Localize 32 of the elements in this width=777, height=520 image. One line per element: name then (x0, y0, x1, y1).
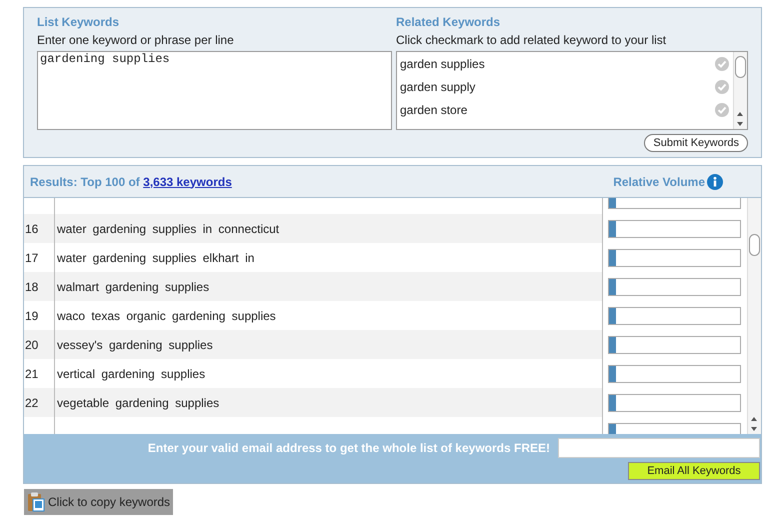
checkmark-icon[interactable] (715, 102, 729, 116)
scrollbar-thumb[interactable] (735, 56, 746, 78)
keyword-text: waco texas organic gardening supplies (56, 308, 277, 324)
checkmark-icon[interactable] (715, 80, 729, 94)
email-input[interactable] (558, 438, 760, 458)
section-title: Related Keywords (396, 14, 502, 31)
keyword-text: walmart gardening supplies (56, 278, 210, 296)
clipboard-icon (27, 492, 45, 512)
copy-keywords-button[interactable]: Click to copy keywords (24, 489, 174, 515)
keyword-text: vegetable gardening supplies (56, 394, 220, 412)
related-keyword[interactable]: garden supplies (400, 54, 485, 72)
info-icon[interactable] (707, 174, 723, 190)
keywords-input[interactable]: gardening supplies (37, 51, 392, 130)
column-header: Relative Volume (613, 174, 705, 190)
hint-text: Click checkmark to add related keyword to your list (396, 32, 668, 49)
submit-keywords-button[interactable]: Submit Keywords (644, 134, 748, 152)
results-summary: Results: Top 100 of 3,633 keywords (30, 174, 232, 190)
scrollbar-thumb[interactable] (749, 234, 760, 256)
section-title: List Keywords (37, 14, 120, 31)
related-keyword[interactable]: garden supply (400, 78, 476, 96)
keyword-text: vertical gardening supplies (56, 366, 206, 382)
checkmark-icon[interactable] (715, 56, 729, 70)
keyword-text: water gardening supplies in connecticut (56, 220, 280, 238)
keyword-text: water gardening supplies elkhart in (56, 250, 256, 266)
email-prompt: Enter your valid email address to get the whole list of keywords FREE! (148, 440, 550, 457)
scrollbar[interactable] (733, 52, 747, 129)
keyword-text: vessey's gardening supplies (56, 336, 214, 354)
keywords-count-link[interactable]: 3,633 keywords (143, 174, 232, 188)
related-keyword[interactable]: garden store (400, 100, 468, 118)
hint-text: Enter one keyword or phrase per line (37, 32, 235, 49)
email-all-keywords-button[interactable]: Email All Keywords (628, 462, 760, 480)
scrollbar[interactable] (747, 198, 761, 434)
